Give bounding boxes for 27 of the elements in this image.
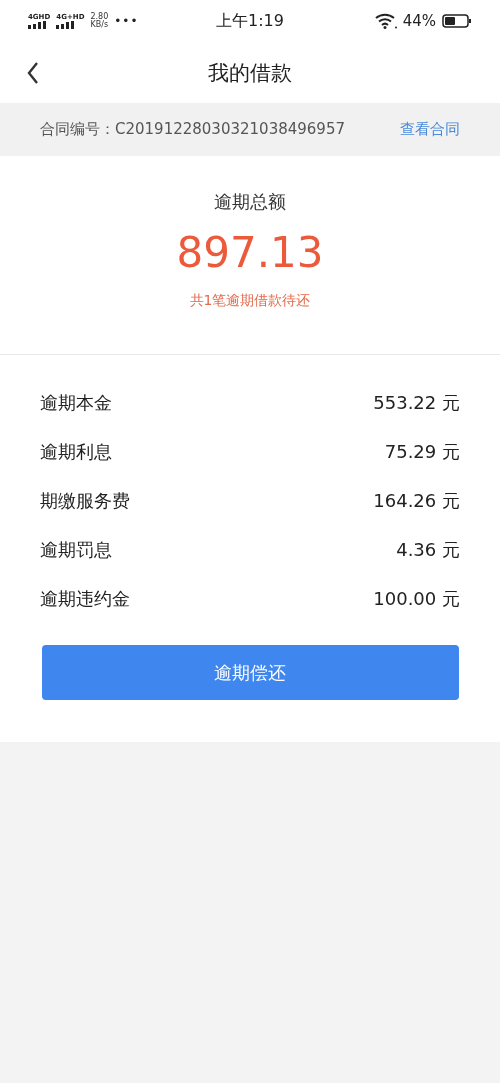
contract-number: 合同编号：C20191228030321038496957	[40, 120, 345, 139]
item-value: 164.26 元	[373, 488, 460, 513]
battery-percent: 44%	[402, 12, 436, 30]
item-value: 553.22 元	[373, 390, 460, 415]
page-title: 我的借款	[208, 59, 292, 87]
item-value: 100.00 元	[373, 586, 460, 611]
overdue-note: 共1笔逾期借款待还	[189, 292, 311, 310]
repay-button[interactable]: 逾期偿还	[41, 645, 459, 700]
back-icon[interactable]	[26, 61, 40, 85]
item-value: 75.29 元	[384, 439, 460, 464]
item-value: 4.36 元	[396, 537, 460, 562]
item-label: 逾期罚息	[40, 537, 112, 562]
item-label: 逾期利息	[40, 439, 112, 464]
signal-icon	[56, 21, 75, 29]
clock-time: 上午1:19	[216, 10, 284, 32]
wifi-icon	[374, 13, 397, 29]
view-contract-link[interactable]: 查看合同	[400, 120, 460, 139]
item-label: 逾期违约金	[40, 586, 130, 611]
speed-value: 2.80	[90, 13, 109, 21]
speed-unit: KB/s	[90, 21, 109, 29]
item-label: 期缴服务费	[40, 488, 130, 513]
signal-icon	[28, 21, 46, 29]
overdue-amount: 897.13	[176, 228, 324, 278]
battery-icon	[442, 14, 472, 28]
summary-title: 逾期总额	[214, 190, 286, 214]
more-dots: •••	[114, 14, 139, 28]
item-label: 逾期本金	[40, 390, 112, 415]
